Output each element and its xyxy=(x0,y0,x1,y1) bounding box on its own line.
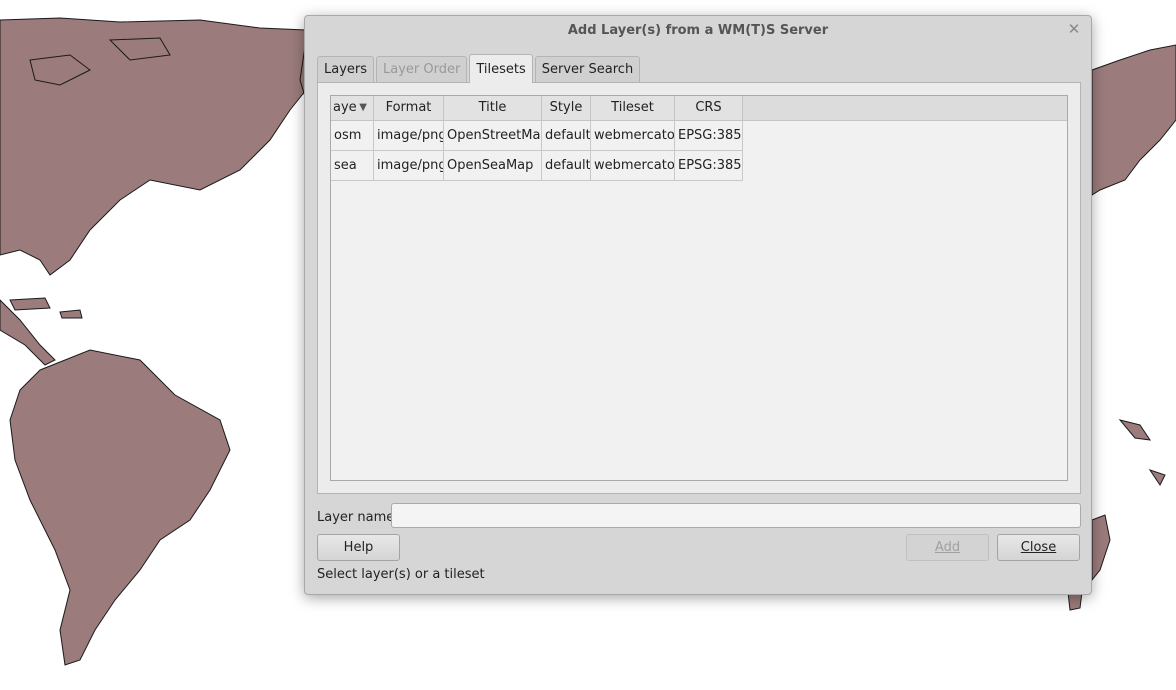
europe-landmass xyxy=(1091,44,1176,196)
cell-title[interactable]: OpenSeaMap xyxy=(444,151,542,181)
tab-tilesets[interactable]: Tilesets xyxy=(469,54,533,83)
cell-title[interactable]: OpenStreetMap xyxy=(444,121,542,151)
tilesets-panel: aye ▼ Format Title Style Tileset CRS osm… xyxy=(317,82,1081,494)
close-button-label: Close xyxy=(1020,540,1057,555)
tab-layers[interactable]: Layers xyxy=(317,56,375,82)
status-message: Select layer(s) or a tileset xyxy=(317,567,485,582)
cell-crs[interactable]: EPSG:3857 xyxy=(675,151,743,181)
south-america-landmass xyxy=(9,349,231,666)
tilesets-table[interactable]: aye ▼ Format Title Style Tileset CRS osm… xyxy=(330,95,1068,481)
cell-layer[interactable]: osm xyxy=(331,121,374,151)
cell-format[interactable]: image/png xyxy=(374,151,444,181)
add-button[interactable]: Add xyxy=(906,534,989,561)
column-header-tileset[interactable]: Tileset xyxy=(591,96,675,120)
cell-layer[interactable]: sea xyxy=(331,151,374,181)
table-row[interactable]: sea image/png OpenSeaMap default webmerc… xyxy=(331,151,1067,181)
table-header: aye ▼ Format Title Style Tileset CRS xyxy=(331,96,1067,121)
layer-name-input[interactable] xyxy=(391,503,1081,528)
table-row[interactable]: osm image/png OpenStreetMap default webm… xyxy=(331,121,1067,151)
cell-style[interactable]: default xyxy=(542,121,591,151)
close-icon[interactable]: ✕ xyxy=(1065,20,1083,38)
cell-style[interactable]: default xyxy=(542,151,591,181)
tab-layer-order[interactable]: Layer Order xyxy=(376,56,468,82)
cell-crs[interactable]: EPSG:3857 xyxy=(675,121,743,151)
column-header-format[interactable]: Format xyxy=(374,96,444,120)
header-filler xyxy=(743,96,1067,120)
dialog-title: Add Layer(s) from a WM(T)S Server xyxy=(567,23,829,38)
column-header-title[interactable]: Title xyxy=(444,96,542,120)
column-header-style[interactable]: Style xyxy=(542,96,591,120)
close-button[interactable]: Close xyxy=(997,534,1080,561)
tab-bar: Layers Layer Order Tilesets Server Searc… xyxy=(317,54,641,83)
cell-format[interactable]: image/png xyxy=(374,121,444,151)
cell-tileset[interactable]: webmercator xyxy=(591,151,675,181)
layer-name-label: Layer name xyxy=(317,510,395,525)
caribbean-island xyxy=(9,297,51,311)
add-button-label: Add xyxy=(934,540,961,555)
add-wms-layer-dialog: Add Layer(s) from a WM(T)S Server ✕ Laye… xyxy=(304,15,1092,595)
cell-tileset[interactable]: webmercator xyxy=(591,121,675,151)
column-header-crs[interactable]: CRS xyxy=(675,96,743,120)
sort-down-icon: ▼ xyxy=(359,102,367,113)
column-header-label: aye xyxy=(333,100,357,115)
small-island xyxy=(1118,419,1152,441)
africa-landmass xyxy=(1091,514,1111,582)
small-island xyxy=(1148,469,1166,486)
column-header-layer[interactable]: aye ▼ xyxy=(331,96,374,120)
help-button[interactable]: Help xyxy=(317,534,400,561)
tab-server-search[interactable]: Server Search xyxy=(534,56,641,82)
caribbean-island xyxy=(59,309,83,319)
